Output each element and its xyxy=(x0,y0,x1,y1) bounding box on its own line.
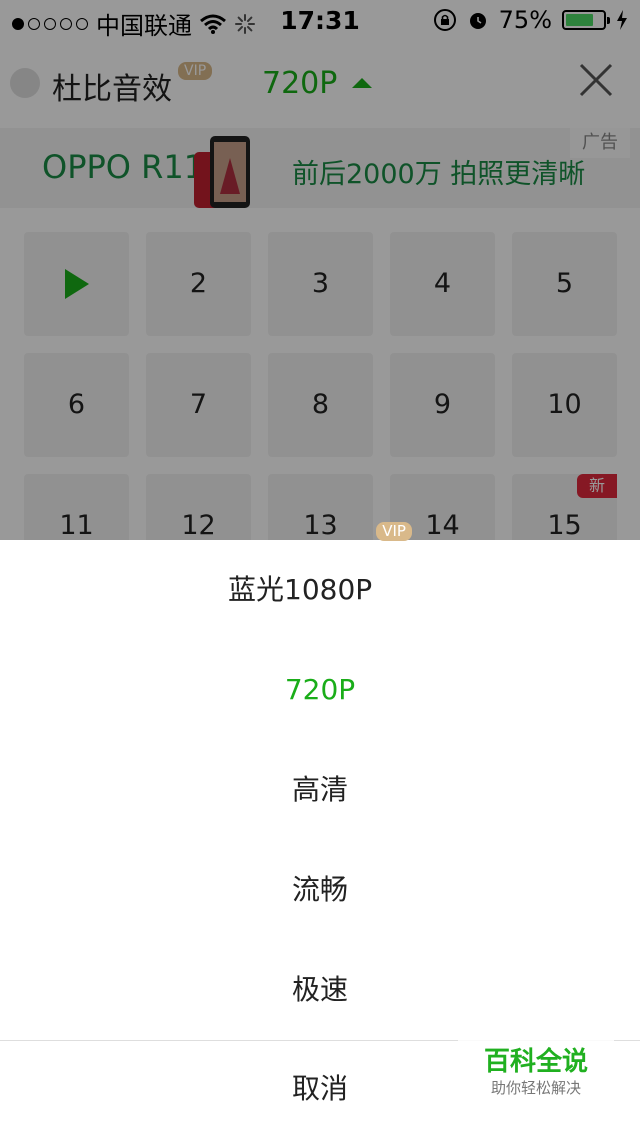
quality-option-smooth[interactable]: 流畅 xyxy=(0,840,640,940)
quality-option-720p[interactable]: 720P xyxy=(0,640,640,740)
player-background: 中国联通 17:31 75% 杜比音效 VIP 720P OPPO R11 前后… xyxy=(0,0,640,540)
watermark-title: 百科全说 xyxy=(483,1047,588,1077)
quality-option-fast[interactable]: 极速 xyxy=(0,940,640,1040)
watermark-subtitle: 助你轻松解决 xyxy=(490,1079,581,1097)
quality-option-1080p[interactable]: 蓝光1080P VIP xyxy=(0,522,640,640)
modal-overlay[interactable] xyxy=(0,0,640,540)
quality-option-high[interactable]: 高清 xyxy=(0,740,640,840)
option-label: 蓝光1080P xyxy=(228,573,373,606)
watermark-logo: 百科全说 助你轻松解决 xyxy=(458,1038,614,1110)
vip-badge: VIP xyxy=(376,522,412,541)
